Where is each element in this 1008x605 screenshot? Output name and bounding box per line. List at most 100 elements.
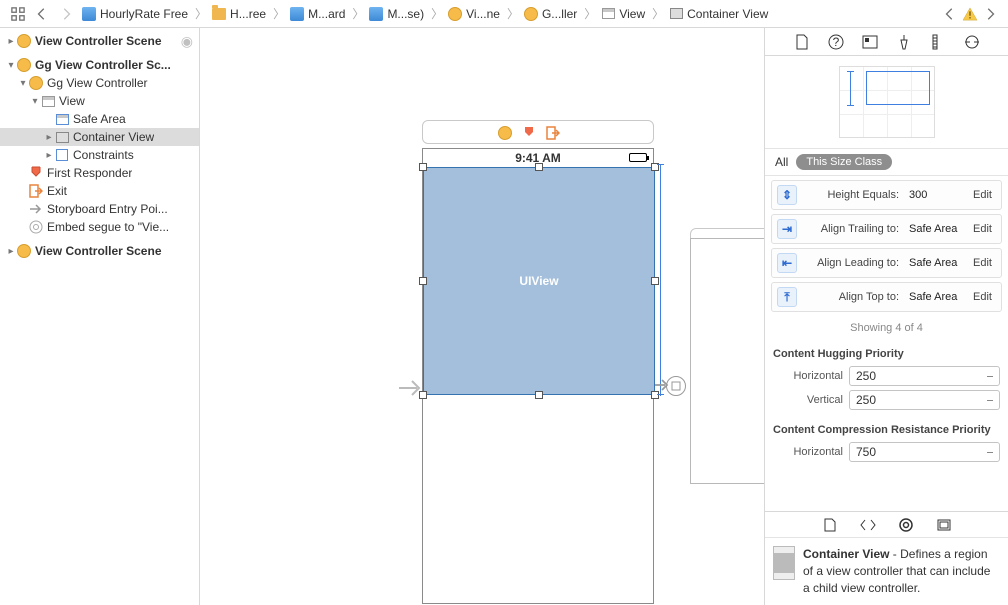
resize-handle[interactable] <box>535 163 543 171</box>
identity-inspector-icon[interactable] <box>861 33 879 51</box>
segue-icon[interactable] <box>666 376 686 396</box>
outline-scene-1[interactable]: ▸View Controller Scene◉ <box>0 32 199 50</box>
bc-item-6[interactable]: View <box>597 3 651 25</box>
bc-label: M...se) <box>387 7 424 21</box>
outline-scene-2[interactable]: ▾Gg View Controller Sc... <box>0 56 199 74</box>
bc-item-7[interactable]: Container View <box>665 3 774 25</box>
bc-label: H...ree <box>230 7 266 21</box>
constraint-row-trailing[interactable]: ⇥ Align Trailing to: Safe Area Edit <box>771 214 1002 244</box>
constraint-count-label: Showing 4 of 4 <box>765 316 1008 344</box>
hugging-vertical-row: Vertical 250 <box>765 388 1008 412</box>
size-inspector-icon[interactable] <box>929 33 947 51</box>
file-template-lib-icon[interactable] <box>821 516 839 534</box>
first-responder-icon[interactable] <box>522 126 536 140</box>
file-inspector-icon[interactable] <box>793 33 811 51</box>
related-items-icon[interactable] <box>6 3 30 25</box>
document-outline: ▸View Controller Scene◉ ▾Gg View Control… <box>0 28 200 605</box>
size-thumbnail <box>765 56 1008 149</box>
constraint-top-icon: ⤒ <box>777 287 797 307</box>
outline-containerview[interactable]: ▸Container View <box>0 128 199 146</box>
outline-exit[interactable]: ▸Exit <box>0 182 199 200</box>
resize-handle[interactable] <box>535 391 543 399</box>
bc-item-4[interactable]: Vi...ne <box>444 3 506 25</box>
breadcrumb: HourlyRate Free〉 H...ree〉 M...ard〉 M...s… <box>78 3 938 25</box>
constraint-row-leading[interactable]: ⇤ Align Leading to: Safe Area Edit <box>771 248 1002 278</box>
compression-title: Content Compression Resistance Priority <box>765 420 1008 440</box>
hugging-vertical-input[interactable]: 250 <box>849 390 1000 410</box>
connections-inspector-icon[interactable] <box>963 33 981 51</box>
bc-item-5[interactable]: G...ller <box>520 3 583 25</box>
help-inspector-icon[interactable]: ? <box>827 33 845 51</box>
outline-embed-segue[interactable]: ▸Embed segue to "Vie... <box>0 218 199 236</box>
embedded-vc-frame[interactable] <box>690 238 764 484</box>
hugging-horizontal-input[interactable]: 250 <box>849 366 1000 386</box>
constraint-height-icon: ⇕ <box>777 185 797 205</box>
resize-handle[interactable] <box>419 163 427 171</box>
bc-label: Vi...ne <box>466 7 500 21</box>
selected-container-view[interactable]: UIView <box>423 167 655 395</box>
constraint-edit-button[interactable]: Edit <box>969 221 996 237</box>
outline-view[interactable]: ▾View <box>0 92 199 110</box>
size-tab-thisclass[interactable]: This Size Class <box>796 154 892 170</box>
bc-item-3[interactable]: M...se) <box>365 3 430 25</box>
constraint-guide <box>657 394 664 395</box>
bc-label: G...ller <box>542 7 577 21</box>
scene-header-icons <box>498 126 560 140</box>
constraint-trailing-icon: ⇥ <box>777 219 797 239</box>
outline-firstresponder[interactable]: ▸First Responder <box>0 164 199 182</box>
uiview-label: UIView <box>519 274 558 288</box>
svg-text:?: ? <box>832 35 839 49</box>
library-item-text: Container View - Defines a region of a v… <box>803 546 1000 597</box>
code-snippet-lib-icon[interactable] <box>859 516 877 534</box>
attributes-inspector-icon[interactable] <box>895 33 913 51</box>
device-frame[interactable]: 9:41 AM UIView <box>422 148 654 604</box>
outline-vc[interactable]: ▾Gg View Controller <box>0 74 199 92</box>
bc-item-1[interactable]: H...ree <box>208 3 272 25</box>
entry-point-arrow[interactable] <box>398 378 422 398</box>
library-tabs <box>765 511 1008 537</box>
constraint-edit-button[interactable]: Edit <box>969 255 996 271</box>
media-lib-icon[interactable] <box>935 516 953 534</box>
nav-forward-icon[interactable] <box>54 3 78 25</box>
resize-handle[interactable] <box>651 391 659 399</box>
battery-icon <box>629 153 647 162</box>
bc-label: HourlyRate Free <box>100 7 188 21</box>
bc-item-2[interactable]: M...ard <box>286 3 351 25</box>
inspector-tabs: ? <box>765 28 1008 56</box>
scene-options-icon[interactable]: ◉ <box>181 33 193 50</box>
resize-handle[interactable] <box>419 277 427 285</box>
bc-label: Container View <box>687 7 768 21</box>
bc-item-0[interactable]: HourlyRate Free <box>78 3 194 25</box>
exit-icon[interactable] <box>546 126 560 140</box>
outline-scene-3[interactable]: ▸View Controller Scene <box>0 242 199 260</box>
nav-inner-back-icon[interactable] <box>938 3 962 25</box>
library-item-thumb <box>773 546 795 580</box>
hugging-horizontal-row: Horizontal 250 <box>765 364 1008 388</box>
compression-horizontal-row: Horizontal 750 <box>765 440 1008 464</box>
hugging-title: Content Hugging Priority <box>765 344 1008 364</box>
vc-icon[interactable] <box>498 126 512 140</box>
bc-label: View <box>619 7 645 21</box>
size-class-tabs: All This Size Class <box>765 149 1008 176</box>
compression-horizontal-input[interactable]: 750 <box>849 442 1000 462</box>
library-item[interactable]: Container View - Defines a region of a v… <box>765 537 1008 605</box>
constraint-leading-icon: ⇤ <box>777 253 797 273</box>
constraint-guide <box>657 164 664 165</box>
inspector-panel: ? All This Size Class ⇕ Height E <box>764 28 1008 605</box>
constraint-edit-button[interactable]: Edit <box>969 289 996 305</box>
constraint-row-height[interactable]: ⇕ Height Equals: 300 Edit <box>771 180 1002 210</box>
object-lib-icon[interactable] <box>897 516 915 534</box>
nav-inner-forward-icon[interactable] <box>978 3 1002 25</box>
outline-safearea[interactable]: ▸Safe Area <box>0 110 199 128</box>
warning-icon[interactable] <box>962 7 978 21</box>
outline-constraints[interactable]: ▸Constraints <box>0 146 199 164</box>
bc-label: M...ard <box>308 7 345 21</box>
constraint-row-top[interactable]: ⤒ Align Top to: Safe Area Edit <box>771 282 1002 312</box>
nav-back-icon[interactable] <box>30 3 54 25</box>
jump-bar: HourlyRate Free〉 H...ree〉 M...ard〉 M...s… <box>0 0 1008 28</box>
outline-entrypoint[interactable]: ▸Storyboard Entry Poi... <box>0 200 199 218</box>
storyboard-canvas[interactable]: 9:41 AM UIView View Controller <box>200 28 764 605</box>
resize-handle[interactable] <box>651 277 659 285</box>
constraint-edit-button[interactable]: Edit <box>969 187 996 203</box>
size-tab-all[interactable]: All <box>775 155 788 169</box>
